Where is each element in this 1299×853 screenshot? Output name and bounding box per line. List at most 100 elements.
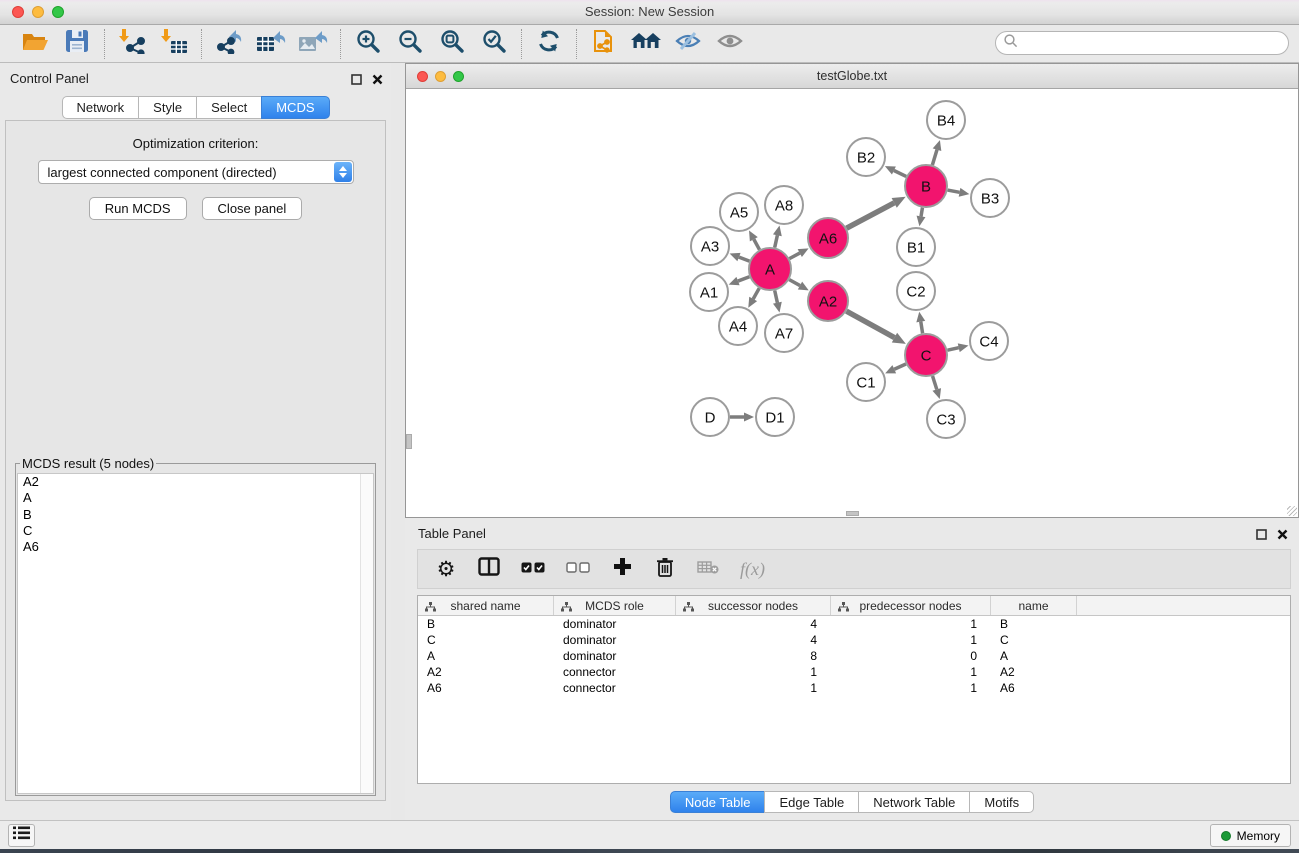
- list-icon: [13, 826, 30, 845]
- export-image-button[interactable]: [297, 29, 329, 59]
- tab-motifs[interactable]: Motifs: [969, 791, 1034, 813]
- column-header-MCDS-role[interactable]: MCDS role: [554, 596, 676, 615]
- network-canvas[interactable]: AA6A2BCA5A8A3A1A4A7B2B4B3B1C2C4C1C3DD1: [406, 89, 1298, 510]
- export-network-button[interactable]: [213, 29, 245, 59]
- mcds-result-list[interactable]: A2ABCA6: [17, 473, 374, 794]
- float-panel-icon[interactable]: [351, 72, 362, 90]
- delete-table-icon: [697, 560, 719, 579]
- mcds-result-item[interactable]: A: [18, 490, 373, 506]
- memory-button[interactable]: Memory: [1210, 824, 1291, 847]
- graph-node-label: D: [705, 409, 716, 426]
- graph-node-label: C2: [906, 283, 925, 300]
- graph-edge-B-B4[interactable]: [932, 150, 937, 165]
- export-table-button[interactable]: [255, 29, 287, 59]
- result-list-scrollbar[interactable]: [360, 474, 373, 793]
- tab-select[interactable]: Select: [196, 96, 262, 119]
- graph-edge-B-B1[interactable]: [921, 208, 922, 217]
- show-all-button[interactable]: [630, 29, 662, 59]
- checked-boxes-icon: [521, 560, 545, 578]
- graph-edge-C-C2[interactable]: [921, 322, 923, 334]
- show-hidden-button[interactable]: [714, 29, 746, 59]
- tab-edge-table[interactable]: Edge Table: [764, 791, 859, 813]
- zoom-in-button[interactable]: [352, 29, 384, 59]
- column-header-name[interactable]: name: [991, 596, 1077, 615]
- new-network-from-selection-button[interactable]: [588, 29, 620, 59]
- graph-edge-A-A5[interactable]: [754, 239, 760, 249]
- graph-edge-A-A6[interactable]: [789, 253, 799, 259]
- graph-edge-B-B2[interactable]: [894, 170, 906, 176]
- table-row[interactable]: A2connector11A2: [418, 664, 1290, 680]
- zoom-out-button[interactable]: [394, 29, 426, 59]
- close-table-panel-icon[interactable]: [1277, 527, 1288, 545]
- trash-icon: [656, 557, 674, 582]
- create-column-button[interactable]: [611, 557, 633, 581]
- zoom-fit-icon: [439, 28, 465, 59]
- graph-edge-C-C4[interactable]: [947, 348, 958, 351]
- table-row[interactable]: Bdominator41B: [418, 616, 1290, 632]
- column-header-successor-nodes[interactable]: successor nodes: [676, 596, 831, 615]
- graph-node-label: B1: [907, 239, 925, 256]
- run-mcds-button[interactable]: Run MCDS: [89, 197, 187, 220]
- show-columns-button[interactable]: [478, 557, 500, 581]
- mcds-result-item[interactable]: B: [18, 507, 373, 523]
- graph-edge-C-C1[interactable]: [894, 364, 906, 369]
- hide-selected-button[interactable]: [672, 29, 704, 59]
- horizontal-scrollbar[interactable]: [406, 510, 1298, 517]
- tab-network[interactable]: Network: [61, 96, 139, 119]
- table-row[interactable]: Adominator80A: [418, 648, 1290, 664]
- graph-node-label: A8: [775, 197, 793, 214]
- table-row[interactable]: A6connector11A6: [418, 680, 1290, 696]
- network-graph[interactable]: AA6A2BCA5A8A3A1A4A7B2B4B3B1C2C4C1C3DD1: [406, 89, 1298, 512]
- graph-edge-C-C3[interactable]: [933, 376, 937, 389]
- graph-edge-A-A8[interactable]: [775, 235, 778, 247]
- import-table-button[interactable]: [158, 29, 190, 59]
- table-cell: 1: [831, 617, 991, 631]
- horizontal-scrollbar-thumb[interactable]: [846, 511, 859, 516]
- zoom-selected-button[interactable]: [478, 29, 510, 59]
- delete-columns-button[interactable]: [654, 557, 676, 582]
- optimization-criterion-label: Optimization criterion:: [6, 136, 385, 151]
- graph-edge-A-A3[interactable]: [739, 257, 750, 261]
- eye-icon: [716, 29, 744, 58]
- close-panel-button[interactable]: Close panel: [202, 197, 303, 220]
- delete-table-button-disabled[interactable]: [697, 560, 719, 579]
- export-table-icon: [256, 28, 286, 59]
- vertical-scrollbar-thumb[interactable]: [406, 434, 412, 449]
- graph-edge-A-A4[interactable]: [753, 288, 759, 299]
- select-all-rows-button[interactable]: [521, 560, 545, 578]
- refresh-button[interactable]: [533, 29, 565, 59]
- criterion-dropdown[interactable]: largest connected component (directed): [38, 160, 354, 184]
- tab-network-table[interactable]: Network Table: [858, 791, 970, 813]
- mcds-result-item[interactable]: A6: [18, 539, 373, 555]
- graph-edge-A-A1[interactable]: [738, 277, 749, 281]
- open-session-button[interactable]: [19, 29, 51, 59]
- function-builder-button-disabled[interactable]: f(x): [740, 559, 765, 580]
- search-input[interactable]: [1019, 36, 1288, 51]
- graph-edge-B-B3[interactable]: [948, 190, 960, 192]
- mcds-result-item[interactable]: C: [18, 523, 373, 539]
- float-table-panel-icon[interactable]: [1256, 527, 1267, 545]
- deselect-all-rows-button[interactable]: [566, 560, 590, 578]
- show-panels-button[interactable]: [8, 824, 35, 847]
- search-field[interactable]: [995, 31, 1289, 55]
- tab-style[interactable]: Style: [138, 96, 197, 119]
- tab-mcds[interactable]: MCDS: [261, 96, 329, 119]
- network-window-titlebar[interactable]: testGlobe.txt: [406, 64, 1298, 89]
- column-header-shared-name[interactable]: shared name: [418, 596, 554, 615]
- graph-edge-A-A7[interactable]: [775, 290, 778, 302]
- graph-edge-A2-C[interactable]: [846, 311, 894, 337]
- zoom-fit-button[interactable]: [436, 29, 468, 59]
- import-network-button[interactable]: [116, 29, 148, 59]
- mcds-result-item[interactable]: A2: [18, 474, 373, 490]
- column-header-predecessor-nodes[interactable]: predecessor nodes: [831, 596, 991, 615]
- resize-grip-icon[interactable]: [1287, 506, 1297, 516]
- graph-edge-A-A2[interactable]: [789, 280, 800, 286]
- graph-edge-A6-B[interactable]: [847, 203, 895, 228]
- table-row[interactable]: Cdominator41C: [418, 632, 1290, 648]
- control-panel-title: Control Panel: [10, 71, 89, 86]
- save-session-button[interactable]: [61, 29, 93, 59]
- close-panel-icon[interactable]: [372, 72, 383, 90]
- tab-node-table[interactable]: Node Table: [670, 791, 766, 813]
- table-body: Bdominator41BCdominator41CAdominator80AA…: [418, 616, 1290, 696]
- table-settings-button[interactable]: ⚙: [435, 559, 457, 580]
